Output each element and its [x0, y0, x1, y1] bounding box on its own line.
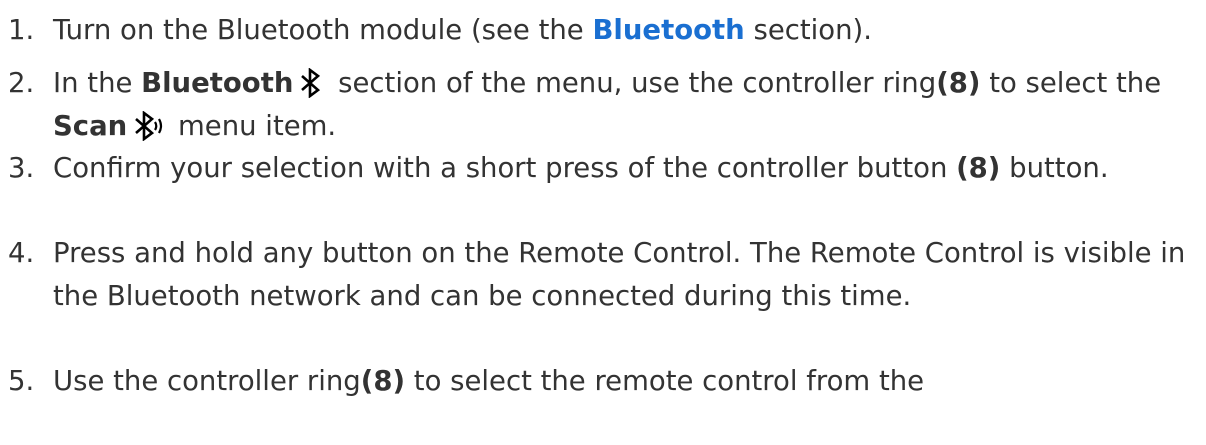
controller-ring-ref: (8)	[936, 67, 981, 99]
controller-button-ref: (8)	[956, 152, 1001, 184]
step-text: Press and hold any button on the Remote …	[53, 237, 1186, 312]
step-text: Use the controller ring	[53, 365, 361, 397]
step-number: 1.	[8, 14, 35, 46]
step-3: 3. Confirm your selection with a short p…	[0, 147, 1203, 190]
bluetooth-menu-label: Bluetooth	[141, 67, 294, 99]
controller-ring-ref: (8)	[360, 365, 406, 397]
step-number: 3.	[8, 152, 35, 184]
bluetooth-scan-icon	[133, 110, 165, 141]
step-5: 5. Use the controller ring(8) to select …	[0, 360, 1203, 403]
bluetooth-icon	[299, 68, 323, 98]
step-number: 2.	[8, 67, 35, 99]
step-1: 1. Turn on the Bluetooth module (see the…	[0, 9, 1203, 52]
step-text: to select the	[980, 67, 1162, 99]
step-number: 5.	[8, 365, 35, 397]
step-text: section of the menu, use the controller …	[329, 67, 937, 99]
step-text: menu item.	[169, 109, 337, 142]
step-text: to select the remote control from the	[405, 365, 925, 397]
step-text: Confirm your selection with a short pres…	[53, 152, 957, 184]
step-text: button.	[1000, 152, 1109, 184]
scan-menu-label: Scan	[53, 109, 128, 142]
bluetooth-section-link[interactable]: Bluetooth	[592, 14, 744, 46]
step-4: 4. Press and hold any button on the Remo…	[0, 232, 1203, 317]
step-2: 2. In the Bluetooth section of the menu,…	[0, 62, 1203, 147]
step-text: Turn on the Bluetooth module (see the	[53, 14, 593, 46]
step-number: 4.	[8, 237, 35, 269]
step-text: section).	[744, 14, 873, 46]
step-text: In the	[53, 67, 142, 99]
